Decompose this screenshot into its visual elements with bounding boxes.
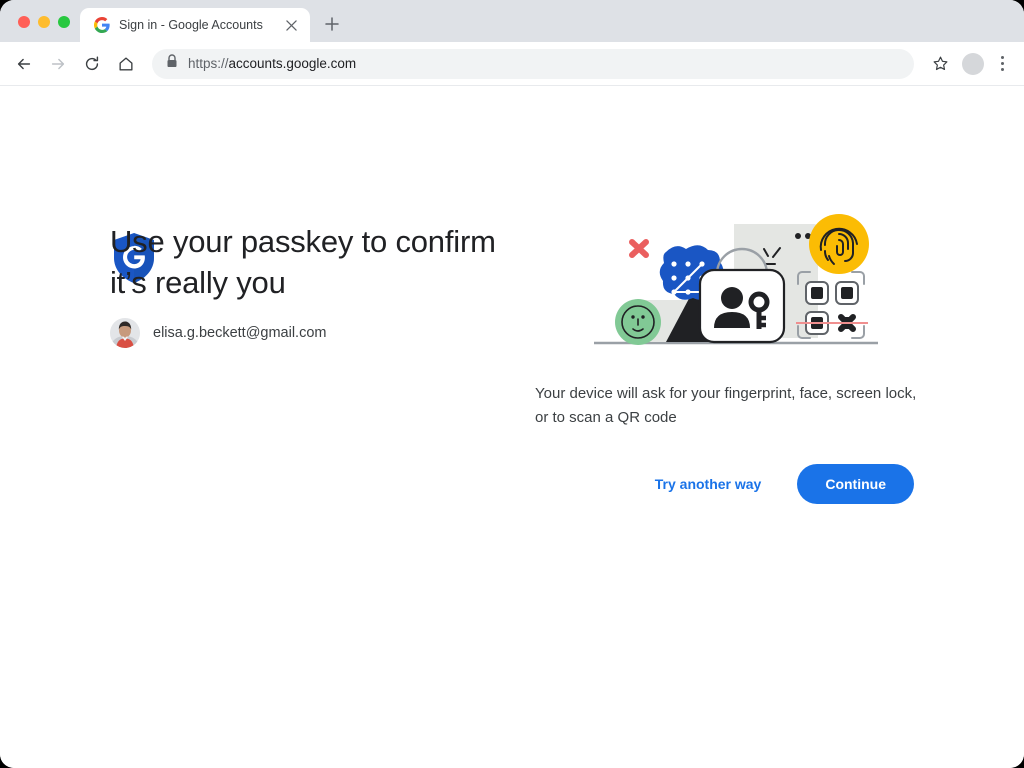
tab-title: Sign in - Google Accounts [119, 18, 273, 32]
user-avatar [110, 318, 140, 348]
star-icon[interactable] [924, 48, 956, 80]
close-icon[interactable] [282, 16, 300, 34]
tab-strip: Sign in - Google Accounts [0, 0, 1024, 42]
zoom-window-button[interactable] [58, 16, 70, 28]
instruction-text: Your device will ask for your fingerprin… [535, 382, 927, 430]
new-tab-button[interactable] [318, 10, 346, 38]
home-icon[interactable] [110, 48, 142, 80]
address-bar[interactable]: https://accounts.google.com [152, 49, 914, 79]
url-text: https://accounts.google.com [188, 56, 356, 71]
passkey-illustration [592, 212, 882, 367]
google-g-icon [94, 17, 110, 33]
minimize-window-button[interactable] [38, 16, 50, 28]
page-title: Use your passkey to confirm it’s really … [110, 221, 510, 303]
red-x-icon [632, 242, 646, 255]
three-dot-menu-icon[interactable] [990, 51, 1014, 77]
window-traffic-lights [0, 16, 80, 42]
green-smiley-face [615, 299, 661, 345]
browser-window: Sign in - Google Accounts [0, 0, 1024, 768]
toolbar-right-group [924, 48, 1014, 80]
browser-tab[interactable]: Sign in - Google Accounts [80, 8, 310, 42]
url-scheme: https:// [188, 56, 229, 71]
account-email: elisa.g.beckett@gmail.com [153, 325, 326, 341]
account-chip[interactable]: elisa.g.beckett@gmail.com [110, 318, 326, 348]
action-buttons: Try another way Continue [649, 464, 914, 504]
url-host: accounts.google.com [229, 56, 357, 71]
reload-icon[interactable] [76, 48, 108, 80]
try-another-way-button[interactable]: Try another way [649, 468, 768, 500]
browser-toolbar: https://accounts.google.com [0, 42, 1024, 86]
lock-icon [166, 54, 178, 73]
yellow-fingerprint-circle [809, 214, 869, 274]
continue-button[interactable]: Continue [797, 464, 914, 504]
back-arrow-icon[interactable] [8, 48, 40, 80]
forward-arrow-icon[interactable] [42, 48, 74, 80]
page-content: Use your passkey to confirm it’s really … [0, 86, 1024, 768]
avatar-icon[interactable] [962, 53, 984, 75]
close-window-button[interactable] [18, 16, 30, 28]
